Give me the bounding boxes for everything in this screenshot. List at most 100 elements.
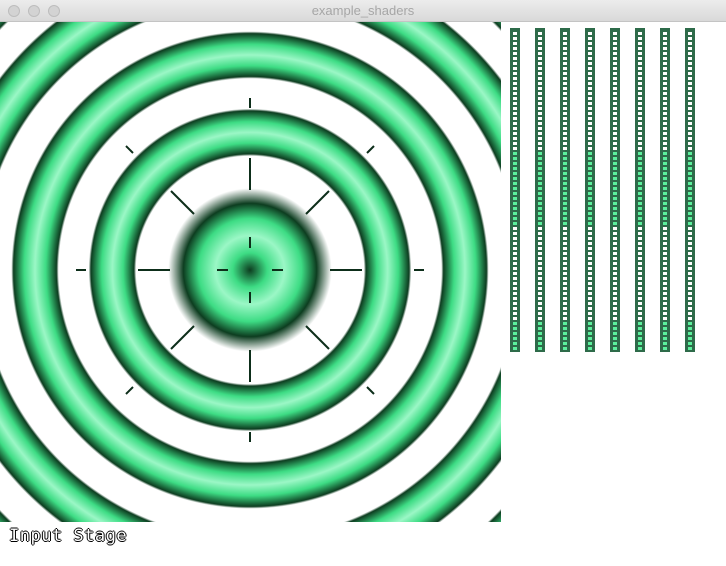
strip-dot (588, 117, 592, 120)
strip-dot (688, 332, 692, 335)
strip-dot (538, 212, 542, 215)
strip-dot (613, 107, 617, 110)
strip-dot (563, 272, 567, 275)
strip-dot (613, 177, 617, 180)
strip-dot (688, 142, 692, 145)
strip-dot (663, 77, 667, 80)
strip-dot (563, 142, 567, 145)
strip-dot (513, 92, 517, 95)
strip-dot (638, 77, 642, 80)
strip-dot (538, 52, 542, 55)
strip-dot (638, 247, 642, 250)
strip-dot (688, 262, 692, 265)
strip-dot (613, 207, 617, 210)
strip-dot (638, 227, 642, 230)
strip-dot (613, 202, 617, 205)
strip-dot (663, 202, 667, 205)
strip-dot (538, 87, 542, 90)
strip-dot (538, 77, 542, 80)
strip-dot (663, 262, 667, 265)
strip-dot (688, 247, 692, 250)
strip-dot (538, 282, 542, 285)
strip-dot (613, 332, 617, 335)
strip-dot (513, 182, 517, 185)
strip-dot (563, 252, 567, 255)
strip-dot (588, 297, 592, 300)
strip-dot (613, 257, 617, 260)
strip-dot (613, 232, 617, 235)
strip-dot (663, 172, 667, 175)
stage-strip (560, 28, 570, 352)
strip-dot (688, 137, 692, 140)
strip-dot (588, 202, 592, 205)
strip-dot (638, 277, 642, 280)
strip-dot (563, 307, 567, 310)
strip-dot (588, 282, 592, 285)
strip-dot (638, 172, 642, 175)
strip-dot (613, 182, 617, 185)
strip-dot (588, 57, 592, 60)
strip-dot (588, 197, 592, 200)
strip-dot (513, 187, 517, 190)
strip-dot (588, 177, 592, 180)
strip-dot (588, 32, 592, 35)
strip-dot (513, 117, 517, 120)
strip-dot (588, 262, 592, 265)
strip-dot (663, 317, 667, 320)
strip-dot (538, 262, 542, 265)
strip-dot (538, 292, 542, 295)
strip-dot (613, 32, 617, 35)
strip-dot (513, 167, 517, 170)
strip-dot (538, 217, 542, 220)
shader-viewport[interactable] (0, 22, 501, 522)
strip-dot (663, 102, 667, 105)
strip-dot (613, 297, 617, 300)
strip-dot (663, 142, 667, 145)
window-title: example_shaders (311, 3, 415, 18)
strip-dot (663, 67, 667, 70)
strip-dot (613, 162, 617, 165)
strip-dot (638, 312, 642, 315)
strip-dot (688, 307, 692, 310)
strip-dot (688, 67, 692, 70)
strip-dot (563, 322, 567, 325)
strip-dot (663, 347, 667, 350)
strip-dot (513, 337, 517, 340)
ring-pattern (0, 22, 501, 522)
strip-dot (688, 187, 692, 190)
strip-dot (638, 212, 642, 215)
strip-dot (613, 137, 617, 140)
strip-dot (513, 277, 517, 280)
strip-dot (588, 157, 592, 160)
strip-dot (663, 122, 667, 125)
strip-dot (588, 47, 592, 50)
strip-dot (538, 227, 542, 230)
strip-dot (563, 267, 567, 270)
strip-dot (638, 182, 642, 185)
strip-dot (588, 242, 592, 245)
strip-dot (613, 62, 617, 65)
strip-dot (538, 57, 542, 60)
strip-dot (538, 157, 542, 160)
strip-dot (588, 227, 592, 230)
strip-dot (563, 347, 567, 350)
strip-dot (588, 42, 592, 45)
strip-dot (513, 77, 517, 80)
strip-dot (513, 162, 517, 165)
strip-dot (638, 332, 642, 335)
strip-dot (638, 242, 642, 245)
strip-dot (588, 52, 592, 55)
strip-dot (663, 97, 667, 100)
strip-dot (513, 137, 517, 140)
strip-dot (638, 237, 642, 240)
strip-dot (688, 132, 692, 135)
strip-dot (663, 162, 667, 165)
strip-dot (563, 47, 567, 50)
strip-dot (613, 307, 617, 310)
strip-dot (613, 42, 617, 45)
strip-dot (588, 152, 592, 155)
strip-dot (663, 322, 667, 325)
strip-dot (563, 287, 567, 290)
strip-dot (663, 197, 667, 200)
strip-dot (688, 167, 692, 170)
